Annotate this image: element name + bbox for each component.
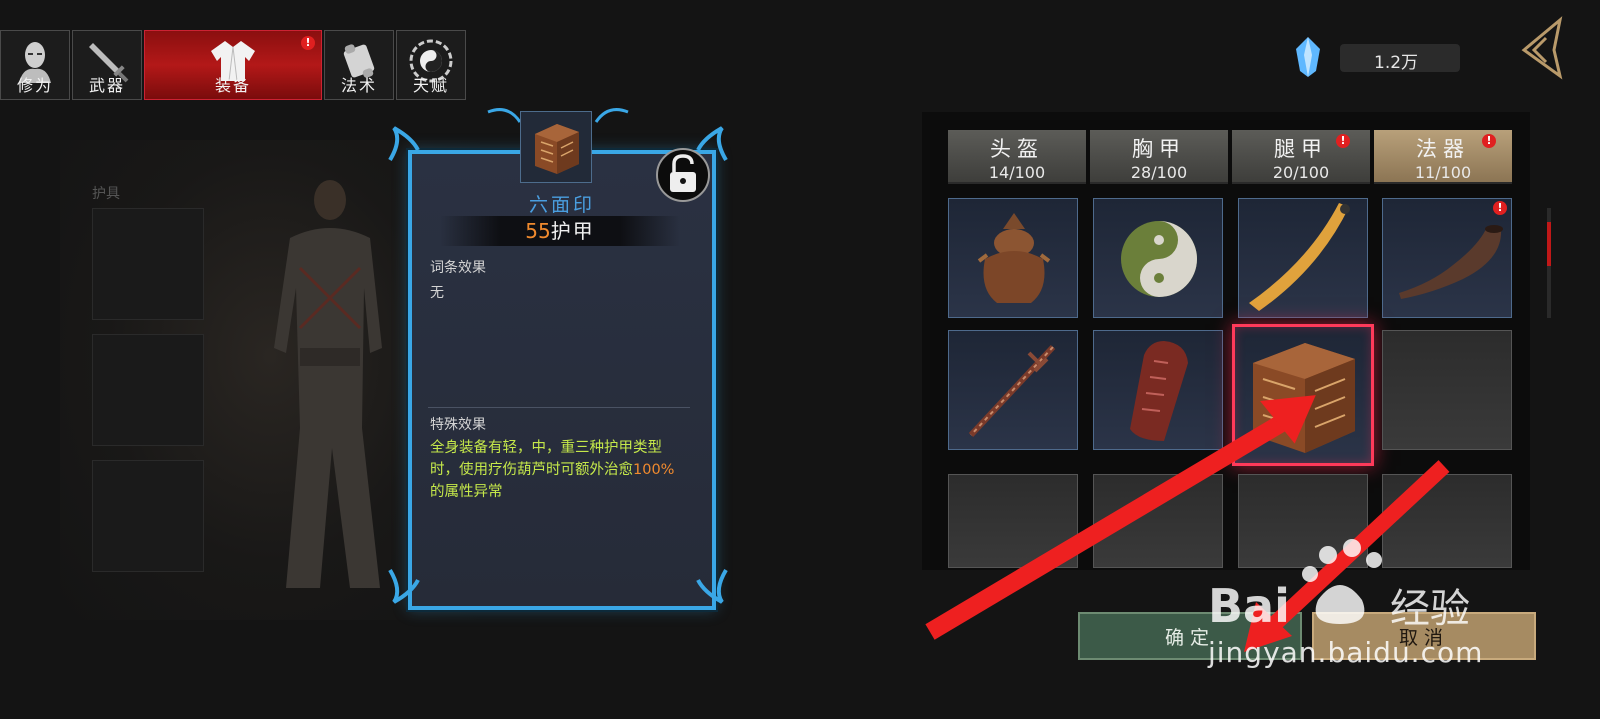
category-count: 20/100 xyxy=(1272,163,1330,182)
category-count: 28/100 xyxy=(1130,163,1188,182)
inventory-slot[interactable] xyxy=(948,330,1078,450)
wooden-ruler-icon xyxy=(1249,203,1350,311)
special-effect-text: 全身装备有轻，中，重三种护甲类型时，使用疗伤葫芦时可额外治愈100% 的属性异常 xyxy=(430,437,680,503)
tab-spells[interactable]: 法术 xyxy=(324,30,394,100)
tab-label: 法术 xyxy=(340,76,377,95)
affix-title: 词条效果 xyxy=(430,260,486,276)
special-text-part2: 的属性异常 xyxy=(430,484,503,500)
tab-equipment[interactable]: ! 装备 xyxy=(144,30,322,100)
bronze-incense-burner-icon xyxy=(977,213,1051,303)
tab-label: 修为 xyxy=(16,76,53,95)
affix-value: 无 xyxy=(430,285,444,301)
category-tab-artifact[interactable]: 法器 11/100 ! xyxy=(1374,130,1512,184)
tab-label: 装备 xyxy=(214,76,251,95)
six-faced-seal-icon xyxy=(535,124,579,174)
category-count: 14/100 xyxy=(988,163,1046,182)
inventory-slot-empty[interactable] xyxy=(948,474,1078,568)
section-divider xyxy=(428,407,690,408)
category-name: 胸甲 xyxy=(1132,137,1186,161)
inventory-scrollbar[interactable] xyxy=(1547,208,1551,318)
character-model xyxy=(274,180,382,588)
inventory-slot[interactable] xyxy=(1093,330,1223,450)
alert-badge: ! xyxy=(1336,134,1350,148)
back-arrow-icon[interactable] xyxy=(1514,16,1566,80)
tab-weapons[interactable]: 武器 xyxy=(72,30,142,100)
item-name: 六面印 xyxy=(528,194,595,216)
alert-badge: ! xyxy=(1482,134,1496,148)
inventory-slot-empty[interactable] xyxy=(1238,474,1368,568)
category-count: 11/100 xyxy=(1414,163,1472,182)
armor-value: 55 xyxy=(525,219,551,243)
inventory-slot-selected[interactable] xyxy=(1232,324,1374,466)
inventory-slot[interactable] xyxy=(1238,198,1368,318)
inventory-slot[interactable]: ! xyxy=(1382,198,1512,318)
armor-section-label: 护具 xyxy=(92,186,120,202)
leg-slot[interactable] xyxy=(92,460,204,572)
inventory-slot-empty[interactable] xyxy=(1382,330,1512,450)
tab-cultivation[interactable]: 修为 xyxy=(0,30,70,100)
inventory-slot-empty[interactable] xyxy=(1093,474,1223,568)
special-text-highlight: 100% xyxy=(633,462,675,478)
watermark-url: jingyan.baidu.com xyxy=(1208,636,1484,669)
red-talisman-tablet-icon xyxy=(1130,341,1188,441)
inventory-slot[interactable] xyxy=(948,198,1078,318)
alert-badge: ! xyxy=(301,36,315,50)
six-faced-seal-icon xyxy=(1253,343,1355,453)
special-text-part1: 全身装备有轻，中，重三种护甲类型时，使用疗伤葫芦时可额外治愈 xyxy=(430,440,662,478)
scrollbar-thumb[interactable] xyxy=(1547,222,1551,266)
ornate-sword-icon xyxy=(968,344,1056,438)
alert-badge: ! xyxy=(1493,201,1507,215)
currency-value: 1.2万 xyxy=(1374,53,1419,73)
item-thumbnail xyxy=(520,111,592,183)
helmet-slot[interactable] xyxy=(92,208,204,320)
tab-talents[interactable]: 天赋 xyxy=(396,30,466,100)
category-name: 头盔 xyxy=(990,137,1044,161)
yin-yang-jade-icon xyxy=(1121,221,1197,297)
inventory-slot[interactable] xyxy=(1093,198,1223,318)
tab-label: 武器 xyxy=(88,76,125,95)
category-tab-chest[interactable]: 胸甲 28/100 xyxy=(1090,130,1228,184)
chest-slot[interactable] xyxy=(92,334,204,446)
currency-display: 1.2万 xyxy=(1296,37,1464,77)
crystal-icon xyxy=(1296,37,1320,77)
horn-icon xyxy=(1399,225,1503,299)
top-tab-bar: 修为 武器 ! 装备 法术 天赋 xyxy=(0,30,468,102)
special-title: 特殊效果 xyxy=(430,417,486,433)
tab-label: 天赋 xyxy=(412,76,449,95)
category-tab-helmet[interactable]: 头盔 14/100 xyxy=(948,130,1086,184)
category-tab-legs[interactable]: 腿甲 20/100 ! xyxy=(1232,130,1370,184)
armor-value-bar: 55护甲 xyxy=(440,216,680,246)
inventory-slot-empty[interactable] xyxy=(1382,474,1512,568)
armor-unit: 护甲 xyxy=(550,219,595,243)
